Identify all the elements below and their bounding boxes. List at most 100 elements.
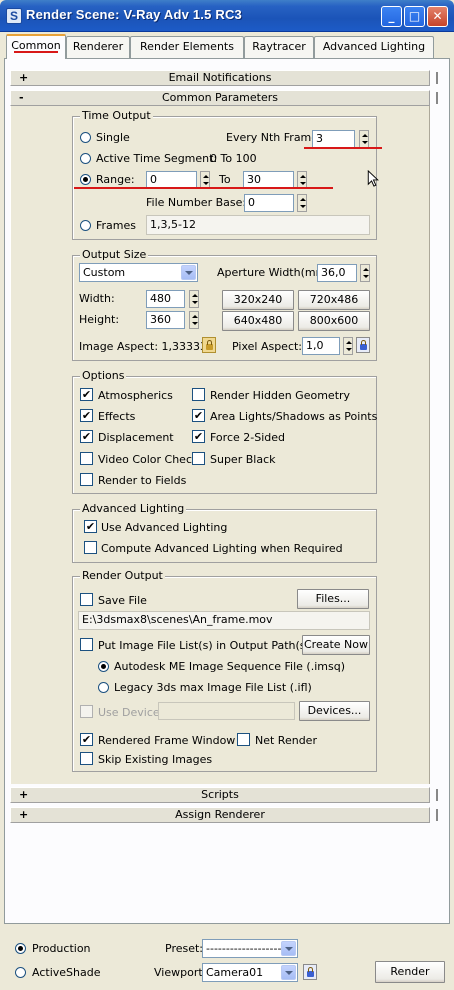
- viewport-lock-button[interactable]: [303, 964, 317, 980]
- options-title: Options: [80, 369, 127, 382]
- output-size-preset-select[interactable]: Custom: [79, 263, 198, 282]
- rollout-scripts[interactable]: + Scripts: [10, 787, 430, 803]
- file-number-base-field[interactable]: 0: [244, 194, 294, 212]
- skip-existing-images-checkbox[interactable]: [80, 752, 93, 765]
- save-file-checkbox[interactable]: [80, 593, 93, 606]
- net-render-checkbox[interactable]: [237, 733, 250, 746]
- minimize-button[interactable]: _: [381, 6, 402, 27]
- advanced-lighting-title: Advanced Lighting: [80, 502, 187, 515]
- scroll-marker: [436, 72, 438, 84]
- preset-640x480-button[interactable]: 640x480: [222, 311, 294, 331]
- area-lights-label: Area Lights/Shadows as Points: [210, 410, 378, 423]
- preset-800x600-button[interactable]: 800x600: [298, 311, 370, 331]
- pixel-aspect-field[interactable]: 1,0: [302, 337, 340, 355]
- pixel-aspect-spinner[interactable]: [343, 337, 353, 355]
- rendered-frame-window-checkbox[interactable]: ✔: [80, 733, 93, 746]
- legacy-ifl-radio[interactable]: [98, 682, 109, 693]
- rollout-email-title: Email Notifications: [168, 71, 272, 84]
- render-to-fields-checkbox[interactable]: [80, 473, 93, 486]
- net-render-label: Net Render: [255, 734, 317, 747]
- frames-field[interactable]: 1,3,5-12: [146, 215, 370, 235]
- production-radio[interactable]: [15, 943, 26, 954]
- compute-advanced-lighting-checkbox[interactable]: [84, 541, 97, 554]
- scroll-marker: [436, 789, 438, 801]
- compute-advanced-lighting-label: Compute Advanced Lighting when Required: [101, 542, 343, 555]
- aperture-width-spinner[interactable]: [360, 264, 370, 282]
- atmospherics-label: Atmospherics: [98, 389, 173, 402]
- every-nth-spinner[interactable]: [359, 130, 369, 148]
- tab-common[interactable]: Common: [6, 34, 66, 59]
- range-label: Range:: [96, 173, 135, 186]
- rollout-common-parameters[interactable]: - Common Parameters: [10, 90, 430, 106]
- devices-button[interactable]: Devices...: [299, 701, 370, 721]
- pixel-aspect-lock-button[interactable]: [356, 337, 370, 353]
- use-device-checkbox[interactable]: [80, 705, 93, 718]
- tab-render-elements[interactable]: Render Elements: [130, 36, 244, 58]
- effects-checkbox[interactable]: ✔: [80, 409, 93, 422]
- area-lights-checkbox[interactable]: ✔: [192, 409, 205, 422]
- put-image-file-list-checkbox[interactable]: [80, 638, 93, 651]
- single-label: Single: [96, 131, 130, 144]
- super-black-label: Super Black: [210, 453, 276, 466]
- use-device-label: Use Device: [98, 706, 160, 719]
- height-field[interactable]: 360: [146, 311, 185, 329]
- force-2-sided-checkbox[interactable]: ✔: [192, 430, 205, 443]
- scroll-marker: [436, 92, 438, 104]
- file-number-base-spinner[interactable]: [297, 194, 307, 212]
- render-button[interactable]: Render: [375, 961, 445, 983]
- autodesk-me-radio[interactable]: [98, 661, 109, 672]
- preset-select[interactable]: --------------------: [202, 939, 298, 958]
- red-underline-nth: [304, 147, 382, 149]
- tab-advanced-lighting[interactable]: Advanced Lighting: [314, 36, 434, 58]
- image-aspect-label: Image Aspect: 1,33333: [79, 340, 208, 353]
- active-time-segment-radio[interactable]: [80, 153, 91, 164]
- put-image-file-list-label: Put Image File List(s) in Output Path(s): [98, 639, 310, 652]
- video-color-check-checkbox[interactable]: [80, 452, 93, 465]
- app-icon[interactable]: S: [6, 8, 22, 24]
- tab-raytracer[interactable]: Raytracer: [244, 36, 314, 58]
- pixel-aspect-label: Pixel Aspect:: [232, 340, 303, 353]
- preset-720x486-button[interactable]: 720x486: [298, 290, 370, 310]
- frames-radio[interactable]: [80, 220, 91, 231]
- lock-icon: [307, 967, 314, 977]
- maximize-button[interactable]: □: [404, 6, 425, 27]
- aperture-width-field[interactable]: 36,0: [317, 264, 357, 282]
- output-size-title: Output Size: [80, 248, 149, 261]
- preset-label: Preset:: [165, 942, 204, 955]
- create-now-button[interactable]: Create Now: [302, 635, 370, 655]
- activeshade-radio[interactable]: [15, 967, 26, 978]
- viewport-select[interactable]: Camera01: [202, 963, 298, 982]
- rollout-email-notifications[interactable]: + Email Notifications: [10, 70, 430, 86]
- preset-select-value: --------------------: [206, 942, 286, 955]
- width-field[interactable]: 480: [146, 290, 185, 308]
- files-button[interactable]: Files...: [297, 589, 369, 609]
- range-radio[interactable]: [80, 174, 91, 185]
- use-advanced-lighting-checkbox[interactable]: ✔: [84, 520, 97, 533]
- rollout-assign-renderer[interactable]: + Assign Renderer: [10, 807, 430, 823]
- time-output-title: Time Output: [80, 109, 153, 122]
- output-path-field[interactable]: E:\3dsmax8\scenes\An_frame.mov: [78, 611, 370, 630]
- render-hidden-geometry-checkbox[interactable]: [192, 388, 205, 401]
- red-underline-range: [74, 187, 333, 189]
- rollout-scripts-title: Scripts: [201, 788, 239, 801]
- rollout-assign-title: Assign Renderer: [175, 808, 265, 821]
- chevron-down-icon: [281, 941, 296, 956]
- force-2-sided-label: Force 2-Sided: [210, 431, 285, 444]
- image-aspect-lock-button[interactable]: [202, 337, 216, 353]
- width-spinner[interactable]: [189, 290, 199, 308]
- scroll-marker: [436, 809, 438, 821]
- single-radio[interactable]: [80, 132, 91, 143]
- close-button[interactable]: ✕: [427, 6, 448, 27]
- lock-icon: [360, 340, 367, 350]
- displacement-checkbox[interactable]: ✔: [80, 430, 93, 443]
- height-spinner[interactable]: [189, 311, 199, 329]
- save-file-label: Save File: [98, 594, 147, 607]
- skip-existing-images-label: Skip Existing Images: [98, 753, 213, 766]
- atmospherics-checkbox[interactable]: ✔: [80, 388, 93, 401]
- preset-320x240-button[interactable]: 320x240: [222, 290, 294, 310]
- super-black-checkbox[interactable]: [192, 452, 205, 465]
- tab-advanced-lighting-label: Advanced Lighting: [322, 40, 426, 53]
- tab-renderer[interactable]: Renderer: [66, 36, 130, 58]
- every-nth-field[interactable]: 3: [312, 130, 355, 148]
- effects-label: Effects: [98, 410, 136, 423]
